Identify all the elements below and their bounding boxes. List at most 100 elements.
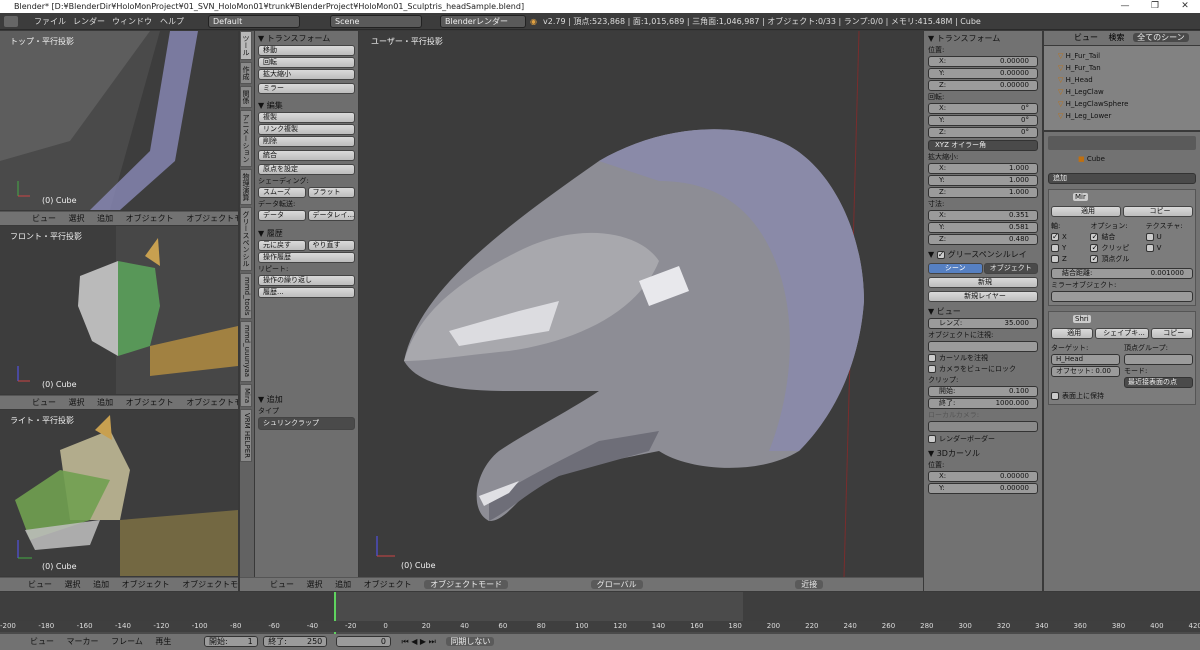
grease-new-button[interactable]: 新規 xyxy=(928,277,1038,288)
cursor-y-field[interactable]: Y: 0.00000 xyxy=(928,483,1038,494)
tab-mmd-uuunyaa[interactable]: mmd_uuunyaa xyxy=(240,321,252,382)
outliner-item[interactable]: ▽ H_Fur_Tan xyxy=(1044,62,1200,74)
merge-distance-field[interactable]: 結合距離: 0.001000 xyxy=(1051,268,1193,279)
shrinkwrap-modifier-header[interactable]: Shri xyxy=(1051,314,1193,325)
menu-view[interactable]: ビュー xyxy=(28,580,52,589)
add-section[interactable]: ▼ 追加 xyxy=(258,394,355,406)
layout-selector[interactable]: Default xyxy=(208,15,300,28)
tab-tools[interactable]: ツール xyxy=(240,31,252,60)
tab-vrm-helper[interactable]: VRM HELPER xyxy=(240,408,252,462)
set-origin-button[interactable]: 原点を設定 xyxy=(258,164,355,175)
smooth-button[interactable]: スムーズ xyxy=(258,187,306,198)
timeline-menu-view[interactable]: ビュー xyxy=(30,637,54,646)
vertex-group-option[interactable]: 頂点グル xyxy=(1090,253,1145,265)
current-frame-field[interactable]: 0 xyxy=(335,636,391,647)
shrinkwrap-shape-button[interactable]: シェイプキ... xyxy=(1095,328,1149,339)
local-camera-field[interactable] xyxy=(928,421,1038,432)
dimensions-z-field[interactable]: Z: 0.480 xyxy=(928,234,1038,245)
menu-select[interactable]: 選択 xyxy=(69,398,85,407)
outliner-filter-selector[interactable]: 全てのシーン xyxy=(1133,33,1189,42)
undo-button[interactable]: 元に戻す xyxy=(258,240,306,251)
outliner-menu-view[interactable]: ビュー xyxy=(1074,33,1098,42)
axis-z-option[interactable]: Z xyxy=(1051,254,1090,265)
menu-add[interactable]: 追加 xyxy=(93,580,109,589)
modifier-type-selector[interactable]: シュリンクラップ xyxy=(258,417,355,430)
timeline-menu-frame[interactable]: フレーム xyxy=(111,637,143,646)
axis-y-option[interactable]: Y xyxy=(1051,243,1090,254)
history-section[interactable]: ▼ 履歴 xyxy=(258,228,355,240)
mirror-modifier-header[interactable]: Mir xyxy=(1051,192,1193,203)
location-x-field[interactable]: X: 0.00000 xyxy=(928,56,1038,67)
outliner-item[interactable]: ▽ H_Leg_Lower xyxy=(1044,110,1200,122)
merge-checkbox[interactable] xyxy=(1090,231,1099,242)
outliner-item[interactable]: ▽ H_Head xyxy=(1044,74,1200,86)
repeat-last-button[interactable]: 操作の繰り返し xyxy=(258,275,355,286)
shrinkwrap-copy-button[interactable]: コピー xyxy=(1150,328,1193,339)
lens-field[interactable]: レンズ: 35.000 xyxy=(928,318,1038,329)
tex-u-option[interactable]: U xyxy=(1145,232,1193,243)
menu-help[interactable]: ヘルプ xyxy=(160,13,184,29)
axis-x-option[interactable]: X xyxy=(1051,231,1090,243)
mode-selector[interactable]: オブジェクトモー xyxy=(186,214,238,223)
location-y-field[interactable]: Y: 0.00000 xyxy=(928,68,1038,79)
shrinkwrap-apply-button[interactable]: 適用 xyxy=(1051,328,1094,339)
data-layer-button[interactable]: データレイ... xyxy=(307,210,355,221)
clip-end-field[interactable]: 終了: 1000.000 xyxy=(928,398,1038,409)
tex-v-checkbox[interactable] xyxy=(1145,244,1154,252)
cursor-x-field[interactable]: X: 0.00000 xyxy=(928,471,1038,482)
menu-window[interactable]: ウィンドウ xyxy=(112,13,152,29)
vertex-group-checkbox[interactable] xyxy=(1090,253,1099,264)
end-frame-field[interactable]: 終了: 250 xyxy=(263,636,328,647)
maximize-button[interactable]: ❐ xyxy=(1140,0,1170,13)
tab-mira[interactable]: Mira xyxy=(240,383,252,407)
rotation-mode-selector[interactable]: XYZ オイラー角 xyxy=(928,140,1038,151)
offset-field[interactable]: オフセット: 0.00 xyxy=(1051,366,1120,377)
menu-select[interactable]: 選択 xyxy=(307,580,323,589)
menu-add[interactable]: 追加 xyxy=(97,398,113,407)
add-modifier-selector[interactable]: 追加 xyxy=(1048,173,1196,184)
axis-x-checkbox[interactable] xyxy=(1051,231,1059,242)
outliner-menu-search[interactable]: 検索 xyxy=(1109,33,1125,42)
lock-cursor-checkbox[interactable] xyxy=(928,354,936,362)
axis-z-checkbox[interactable] xyxy=(1051,255,1059,263)
tab-create[interactable]: 作成 xyxy=(240,62,252,84)
flat-button[interactable]: フラット xyxy=(307,187,355,198)
3d-cursor-panel-header[interactable]: ▼ 3Dカーソル xyxy=(928,448,1038,460)
clipping-checkbox[interactable] xyxy=(1090,242,1099,253)
mirror-button[interactable]: ミラー xyxy=(258,83,355,94)
outliner-item[interactable]: ▽ H_LegClaw xyxy=(1044,86,1200,98)
grease-pencil-checkbox[interactable] xyxy=(936,249,945,261)
scale-y-field[interactable]: Y: 1.000 xyxy=(928,175,1038,186)
rotation-z-field[interactable]: Z: 0° xyxy=(928,127,1038,138)
playback-controls[interactable]: ⏮ ◀ ▶ ⏭ xyxy=(401,637,435,646)
clipping-option[interactable]: クリッピ xyxy=(1090,242,1145,254)
rotation-x-field[interactable]: X: 0° xyxy=(928,103,1038,114)
properties-tabs[interactable] xyxy=(1048,136,1196,150)
join-button[interactable]: 統合 xyxy=(258,150,355,161)
scene-selector[interactable]: Scene xyxy=(330,15,422,28)
mode-selector[interactable]: オブジェクトモード xyxy=(424,580,509,589)
transform-section[interactable]: ▼ トランスフォーム xyxy=(258,33,355,45)
lock-camera-checkbox[interactable] xyxy=(928,365,936,373)
mode-selector[interactable]: オブジェクトモー xyxy=(186,398,238,407)
mirror-apply-button[interactable]: 適用 xyxy=(1051,206,1121,217)
duplicate-linked-button[interactable]: リンク複製 xyxy=(258,124,355,135)
outliner-item[interactable]: ▽ H_Fur_Tail xyxy=(1044,50,1200,62)
mode-selector[interactable]: オブジェクトモー xyxy=(182,580,238,589)
right-ortho-viewport[interactable]: ライト・平行投影 (0) Cube xyxy=(0,410,238,576)
location-z-field[interactable]: Z: 0.00000 xyxy=(928,80,1038,91)
menu-add[interactable]: 追加 xyxy=(335,580,351,589)
edit-section[interactable]: ▼ 編集 xyxy=(258,100,355,112)
sync-mode-selector[interactable]: 同期しない xyxy=(446,637,495,646)
tab-grease-pencil[interactable]: グリースペンシル xyxy=(240,207,252,271)
menu-object[interactable]: オブジェクト xyxy=(364,580,412,589)
transform-orientation-selector[interactable]: グローバル xyxy=(590,580,643,589)
grease-pencil-panel-header[interactable]: ▼ グリースペンシルレイ xyxy=(928,249,1038,261)
tex-v-option[interactable]: V xyxy=(1145,243,1193,254)
redo-button[interactable]: やり直す xyxy=(307,240,355,251)
snap-target-selector[interactable]: 近接 xyxy=(795,580,824,589)
dimensions-x-field[interactable]: X: 0.351 xyxy=(928,210,1038,221)
view-panel-header[interactable]: ▼ ビュー xyxy=(928,306,1038,318)
main-3d-viewport[interactable]: ユーザー・平行投影 (0) Cube xyxy=(359,31,923,577)
menu-select[interactable]: 選択 xyxy=(65,580,81,589)
